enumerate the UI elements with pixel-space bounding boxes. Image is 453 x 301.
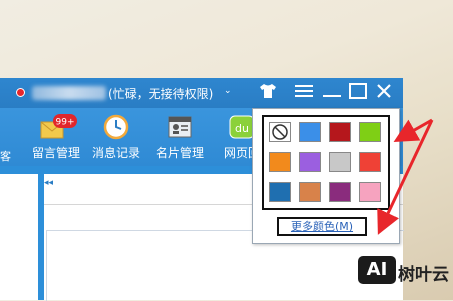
swatch-none[interactable] — [269, 122, 291, 142]
swatch-gray[interactable] — [329, 152, 351, 172]
envelope-icon: 99+ — [40, 114, 77, 140]
watermark: AI 树叶云 — [358, 256, 453, 286]
toolbar-item-messages[interactable]: 99+ 留言管理 — [26, 114, 86, 161]
color-swatch-grid — [262, 115, 390, 210]
svg-text:99+: 99+ — [56, 118, 75, 128]
blurred-contact-name — [32, 86, 106, 100]
swatch-purple[interactable] — [299, 152, 321, 172]
toolbar-item-partial[interactable]: 客 — [0, 148, 11, 164]
swatch-red[interactable] — [359, 152, 381, 172]
clock-icon — [103, 114, 129, 140]
swatch-steel-blue[interactable] — [269, 182, 291, 202]
busy-status-icon[interactable] — [16, 88, 25, 97]
swatch-brown-orange[interactable] — [299, 182, 321, 202]
tshirt-skin-icon[interactable] — [258, 83, 278, 103]
status-text[interactable]: (忙碌，无接待权限) — [108, 85, 213, 102]
close-icon[interactable] — [374, 83, 394, 103]
toolbar-item-label: 留言管理 — [31, 146, 80, 160]
contact-list-panel — [0, 174, 38, 300]
toolbar-item-cards[interactable]: 名片管理 — [150, 114, 210, 161]
swatch-plum[interactable] — [329, 182, 351, 202]
swatch-green[interactable] — [359, 122, 381, 142]
maximize-icon[interactable] — [348, 83, 368, 103]
menu-icon[interactable] — [294, 83, 314, 103]
swatch-blue[interactable] — [299, 122, 321, 142]
toolbar-item-label: 名片管理 — [155, 146, 204, 160]
swatch-orange[interactable] — [269, 152, 291, 172]
status-dropdown-icon[interactable]: ⌄ — [224, 86, 232, 96]
watermark-text: 树叶云 — [398, 265, 449, 285]
title-bar: (忙碌，无接待权限) ⌄ — [0, 78, 403, 108]
watermark-logo: AI — [358, 256, 396, 284]
toolbar-item-label: 消息记录 — [91, 146, 140, 160]
toolbar-item-history[interactable]: 消息记录 — [86, 114, 146, 161]
minimize-icon[interactable] — [322, 83, 342, 103]
color-picker-popup: 更多颜色(M) — [252, 108, 400, 244]
annotation-arrow-grid — [393, 118, 433, 142]
swatch-pink[interactable] — [359, 182, 381, 202]
swatch-dark-red[interactable] — [329, 122, 351, 142]
collapse-arrow-icon[interactable]: ◂◂ — [44, 178, 53, 188]
contact-card-icon — [167, 114, 193, 140]
svg-text:du: du — [235, 122, 249, 135]
more-colors-link[interactable]: 更多颜色(M) — [277, 217, 367, 236]
